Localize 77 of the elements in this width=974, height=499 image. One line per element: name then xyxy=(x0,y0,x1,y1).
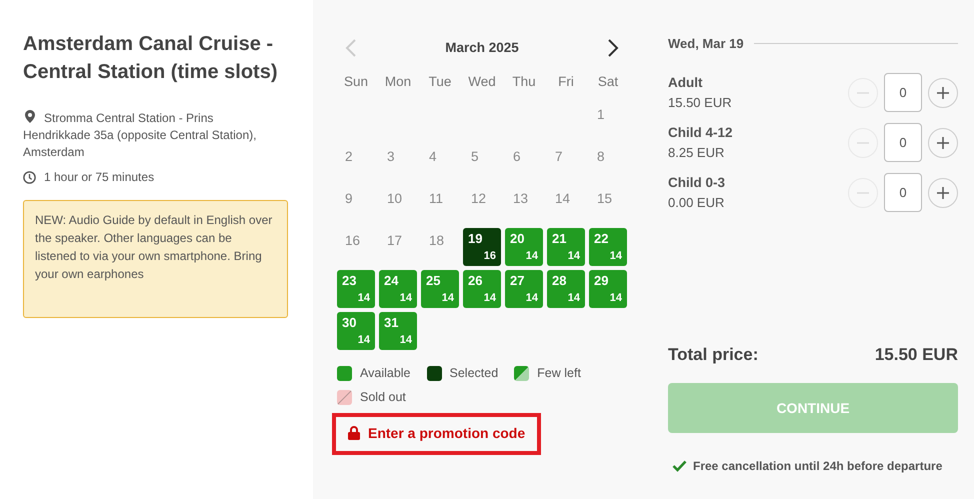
plus-icon xyxy=(936,86,950,100)
calendar-day: 5 xyxy=(463,144,501,182)
calendar-day: 16 xyxy=(337,228,375,266)
weekday-label: Wed xyxy=(467,73,497,91)
calendar-day: 2 xyxy=(337,144,375,182)
location-text: Stromma Central Station - Prins Hendrikkade 35a (opposite Central Station), Amsterdam xyxy=(23,110,258,161)
clock-icon xyxy=(23,171,36,184)
calendar-day[interactable]: 23 14 xyxy=(337,270,375,308)
weekday-label: Thu xyxy=(511,73,537,91)
weekday-label: Sun xyxy=(342,73,370,91)
legend-label: Sold out xyxy=(360,388,406,406)
quantity-field[interactable]: 0 xyxy=(884,173,922,212)
weekday-label: Mon xyxy=(384,73,412,91)
calendar-day: 9 xyxy=(337,186,375,224)
plus-button[interactable] xyxy=(928,128,958,158)
calendar-day: 7 xyxy=(547,144,585,182)
tour-title: Amsterdam Canal Cruise - Central Station (time slots) xyxy=(23,32,278,85)
date-heading: Wed, Mar 19 xyxy=(668,35,744,53)
calendar-day: 12 xyxy=(463,186,501,224)
legend-swatch xyxy=(514,366,530,381)
calendar-day[interactable]: 25 14 xyxy=(421,270,459,308)
calendar-day: 14 xyxy=(547,186,585,224)
quantity-field[interactable]: 0 xyxy=(884,73,922,112)
plus-button[interactable] xyxy=(928,78,958,108)
calendar-day[interactable]: 24 14 xyxy=(379,270,417,308)
calendar-day[interactable]: 27 14 xyxy=(505,270,543,308)
ticket-name: Adult xyxy=(668,74,704,92)
cancellation-note: Free cancellation until 24h before departure xyxy=(693,458,942,475)
chevron-left-icon xyxy=(345,38,357,58)
plus-icon xyxy=(936,186,950,200)
calendar-day: 17 xyxy=(379,228,417,266)
ticket-name: Child 4-12 xyxy=(668,124,733,142)
calendar-day: 8 xyxy=(589,144,627,182)
ticket-name: Child 0-3 xyxy=(668,174,726,192)
duration-text: 1 hour or 75 minutes xyxy=(44,169,154,186)
calendar-day[interactable]: 22 14 xyxy=(589,228,627,266)
quantity-field[interactable]: 0 xyxy=(884,123,922,162)
calendar-day[interactable]: 31 14 xyxy=(379,312,417,350)
calendar-day: 3 xyxy=(379,144,417,182)
legend-label: Few left xyxy=(537,365,581,382)
legend-label: Available xyxy=(360,365,411,382)
ticket-price: 8.25 EUR xyxy=(668,144,726,162)
check-icon xyxy=(672,460,687,472)
legend-swatch xyxy=(426,366,442,381)
ticket-price: 15.50 EUR xyxy=(668,94,732,112)
weekday-label: Sat xyxy=(596,73,620,91)
calendar-day[interactable]: 30 14 xyxy=(337,312,375,350)
notice-box: NEW: Audio Guide by default in English over the speaker. Other languages can be listened to via your own smartphone. Bring your own earphones xyxy=(23,200,288,318)
legend-swatch xyxy=(337,366,352,381)
total-price: 15.50 EUR xyxy=(874,344,958,366)
calendar-day: 11 xyxy=(421,186,459,224)
plus-button[interactable] xyxy=(928,178,958,208)
calendar-day[interactable]: 28 14 xyxy=(547,270,585,308)
weekday-label: Fri xyxy=(557,73,575,91)
calendar-day: 1 xyxy=(589,102,627,140)
lock-icon xyxy=(348,426,360,440)
month-title: March 2025 xyxy=(445,38,519,57)
calendar-day[interactable]: 29 14 xyxy=(589,270,627,308)
chevron-right-icon xyxy=(606,38,619,58)
calendar-day[interactable]: 21 14 xyxy=(547,228,585,266)
legend-label: Selected xyxy=(450,365,498,382)
ticket-price: 0.00 EUR xyxy=(668,194,726,212)
calendar-day: 18 xyxy=(421,228,459,266)
promo-code-link[interactable]: Enter a promotion code xyxy=(332,412,542,454)
total-label: Total price: xyxy=(668,344,758,366)
calendar-day[interactable]: 26 14 xyxy=(463,270,501,308)
calendar-day: 10 xyxy=(379,186,417,224)
calendar-day: 6 xyxy=(505,144,543,182)
calendar-day[interactable]: 19 16 xyxy=(463,228,501,266)
calendar-day: 13 xyxy=(505,186,543,224)
plus-icon xyxy=(936,136,950,150)
calendar-day: 4 xyxy=(421,144,459,182)
map-pin-icon xyxy=(25,110,35,123)
weekday-label: Tue xyxy=(428,73,452,91)
calendar-day[interactable]: 20 14 xyxy=(505,228,543,266)
legend-swatch xyxy=(337,390,352,405)
calendar-day: 15 xyxy=(589,186,627,224)
